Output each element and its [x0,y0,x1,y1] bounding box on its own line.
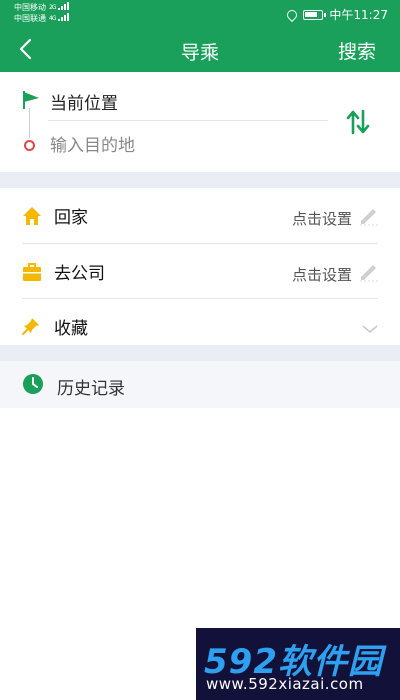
swap-route-button[interactable] [346,109,370,135]
destination-input[interactable] [50,134,320,158]
divider [48,120,328,121]
route-card: 当前位置 [0,72,400,172]
signal-icon [58,2,72,13]
pin-icon [22,317,40,339]
watermark-url: www.592xiazai.com [206,675,364,693]
start-flag-icon [22,90,42,114]
origin-field[interactable]: 当前位置 [50,89,118,114]
edit-pencil-icon[interactable] [358,260,380,286]
company-row[interactable]: 去公司 点击设置 [0,244,400,299]
company-set-action[interactable]: 点击设置 [292,264,352,285]
company-label: 去公司 [54,264,105,284]
history-label: 历史记录 [57,379,125,399]
status-right: 中午11:27 [285,6,388,23]
section-gap [0,345,400,361]
chevron-down-icon[interactable] [362,319,378,338]
watermark: 592软件园 www.592xiazai.com [196,628,400,700]
carrier-1: 中国移动 [14,3,46,12]
section-gap [0,172,400,188]
edit-pencil-icon[interactable] [358,204,380,230]
network-type-2: 4G [49,15,57,22]
battery-icon [303,9,327,20]
location-icon [285,7,300,22]
swap-arrows-icon [346,109,370,135]
home-icon [22,206,42,230]
history-row[interactable]: 历史记录 [0,361,400,408]
carrier-info: 中国移动 2G 中国联通 4G [14,2,72,24]
home-set-action[interactable]: 点击设置 [292,208,352,229]
briefcase-icon [22,262,42,286]
status-time: 中午11:27 [329,8,388,22]
status-bar: 中国移动 2G 中国联通 4G 中午11:27 [0,0,400,28]
clock-icon [22,373,44,399]
title-bar: 导乘 搜索 [0,28,400,72]
signal-icon [58,13,72,24]
home-row[interactable]: 回家 点击设置 [0,188,400,243]
destination-marker-icon [24,140,35,151]
carrier-2: 中国联通 [14,14,46,23]
route-connector [29,108,30,138]
network-type-1: 2G [49,4,57,11]
home-label: 回家 [54,208,88,228]
favorites-label: 收藏 [54,319,88,339]
search-button[interactable]: 搜索 [338,37,376,64]
